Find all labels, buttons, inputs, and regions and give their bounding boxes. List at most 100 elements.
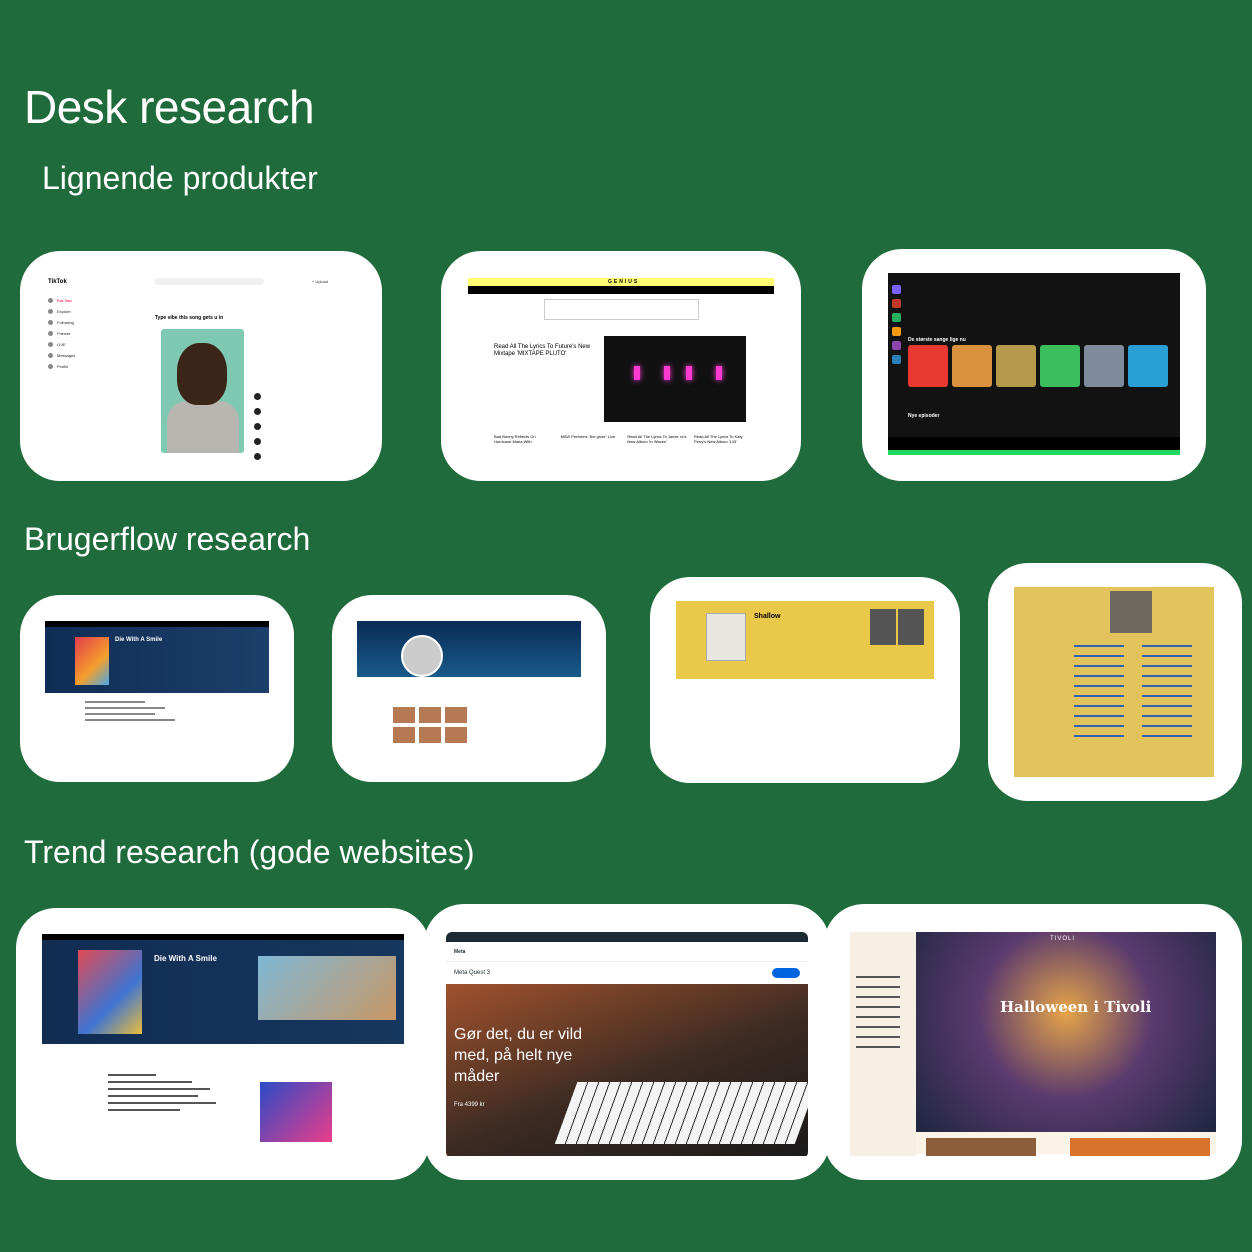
tiktok-nav-item[interactable]: Explore bbox=[48, 306, 108, 317]
track-link[interactable] bbox=[1142, 725, 1192, 727]
album-cover[interactable] bbox=[706, 613, 746, 661]
album-cover[interactable] bbox=[75, 637, 109, 685]
tiktok-video-caption: Type vibe this song gets u in bbox=[154, 315, 224, 321]
playlist-thumb[interactable] bbox=[892, 341, 901, 350]
playlist-thumb[interactable] bbox=[892, 299, 901, 308]
photo[interactable] bbox=[870, 609, 896, 645]
track-link[interactable] bbox=[1074, 655, 1124, 657]
album-cover[interactable] bbox=[78, 950, 142, 1034]
track-link[interactable] bbox=[1142, 715, 1192, 717]
article-link[interactable]: Bad Bunny Reflects On Hurricane Maria Wi… bbox=[494, 434, 554, 444]
menu-item[interactable] bbox=[856, 1026, 900, 1028]
track-link[interactable] bbox=[1074, 695, 1124, 697]
album-tile[interactable] bbox=[952, 345, 992, 387]
menu-item[interactable] bbox=[856, 1016, 900, 1018]
menu-item[interactable] bbox=[856, 1046, 900, 1048]
tivoli-card-image[interactable] bbox=[926, 1138, 1036, 1156]
tivoli-card-image[interactable] bbox=[1070, 1138, 1210, 1156]
tiktok-nav-item[interactable]: Friends bbox=[48, 328, 108, 339]
track-link[interactable] bbox=[1142, 705, 1192, 707]
photo[interactable] bbox=[419, 707, 441, 723]
advertisement-image[interactable] bbox=[260, 1082, 332, 1142]
track-link[interactable] bbox=[1142, 685, 1192, 687]
card-flow-shallow: Shallow bbox=[650, 577, 960, 783]
tiktok-nav-item[interactable]: Profile bbox=[48, 361, 108, 372]
album-tile[interactable] bbox=[996, 345, 1036, 387]
track-link[interactable] bbox=[1142, 675, 1192, 677]
photo[interactable] bbox=[393, 707, 415, 723]
track-link[interactable] bbox=[1074, 675, 1124, 677]
track-link[interactable] bbox=[1074, 725, 1124, 727]
song-title: Die With A Smile bbox=[154, 954, 217, 963]
song-title: Shallow bbox=[754, 613, 781, 620]
photo[interactable] bbox=[445, 727, 467, 743]
article-link[interactable]: Read All The Lyrics To Jamie xx's New Al… bbox=[627, 434, 687, 444]
playlist-thumb[interactable] bbox=[892, 327, 901, 336]
tiktok-nav-item[interactable]: Following bbox=[48, 317, 108, 328]
avatar[interactable] bbox=[254, 393, 261, 400]
track-link[interactable] bbox=[1142, 695, 1192, 697]
menu-item[interactable] bbox=[856, 1036, 900, 1038]
tivoli-logo[interactable]: TIVOLI bbox=[1050, 936, 1075, 942]
playlist-thumb[interactable] bbox=[892, 355, 901, 364]
playlist-thumb[interactable] bbox=[892, 285, 901, 294]
share-icon[interactable] bbox=[254, 453, 261, 460]
artist-avatar[interactable] bbox=[401, 635, 443, 677]
track-link[interactable] bbox=[1074, 735, 1124, 737]
tiktok-upload-button[interactable]: + Upload bbox=[312, 279, 328, 284]
genius-logo[interactable]: GENIUS bbox=[608, 279, 639, 285]
track-link[interactable] bbox=[1142, 655, 1192, 657]
spotify-signup-bar[interactable] bbox=[888, 450, 1180, 455]
trend-screenshot-2: Meta Meta Quest 3 Gør det, du er vild me… bbox=[446, 932, 808, 1158]
artist-hero bbox=[357, 621, 581, 677]
track-link[interactable] bbox=[1142, 645, 1192, 647]
section-heading-trend: Trend research (gode websites) bbox=[24, 834, 475, 870]
heart-icon[interactable] bbox=[254, 408, 261, 415]
article-link[interactable]: Read All The Lyrics To Katy Perry's New … bbox=[694, 434, 754, 444]
track-link[interactable] bbox=[1074, 645, 1124, 647]
tiktok-video[interactable] bbox=[161, 329, 244, 453]
menu-item[interactable] bbox=[856, 996, 900, 998]
bookmark-icon[interactable] bbox=[254, 438, 261, 445]
headline-artwork[interactable] bbox=[604, 336, 746, 422]
playlist-thumb[interactable] bbox=[892, 313, 901, 322]
tiktok-nav-item[interactable]: Messages bbox=[48, 350, 108, 361]
tiktok-nav-item[interactable]: For You bbox=[48, 295, 108, 306]
album-tile[interactable] bbox=[908, 345, 948, 387]
lyric-line bbox=[108, 1095, 198, 1097]
lyric-line bbox=[85, 713, 155, 715]
song-hero: Shallow bbox=[676, 601, 934, 679]
menu-item[interactable] bbox=[856, 1006, 900, 1008]
buy-button[interactable] bbox=[772, 968, 800, 978]
track-link[interactable] bbox=[1074, 665, 1124, 667]
spotify-library-sidebar bbox=[892, 285, 902, 455]
lyric-line bbox=[85, 707, 165, 709]
card-flow-genius-song: Die With A Smile bbox=[20, 595, 294, 782]
album-tile[interactable] bbox=[1128, 345, 1168, 387]
piano-keys bbox=[554, 1082, 808, 1144]
photo[interactable] bbox=[393, 727, 415, 743]
photo[interactable] bbox=[898, 609, 924, 645]
album-cover[interactable] bbox=[1110, 591, 1152, 633]
album-tile[interactable] bbox=[1040, 345, 1080, 387]
tracklist-left bbox=[1074, 645, 1124, 745]
track-link[interactable] bbox=[1074, 705, 1124, 707]
photo[interactable] bbox=[419, 727, 441, 743]
track-link[interactable] bbox=[1074, 685, 1124, 687]
track-link[interactable] bbox=[1142, 665, 1192, 667]
album-tile[interactable] bbox=[1084, 345, 1124, 387]
track-link[interactable] bbox=[1074, 715, 1124, 717]
article-link[interactable]: MAVI Performs "the giver" Live bbox=[561, 434, 621, 444]
meta-logo[interactable]: Meta bbox=[454, 949, 465, 955]
track-link[interactable] bbox=[1142, 735, 1192, 737]
card-flow-album bbox=[988, 563, 1242, 801]
advertisement-banner[interactable] bbox=[544, 299, 699, 320]
genius-headline[interactable]: Read All The Lyrics To Future's New Mixt… bbox=[494, 344, 594, 358]
advertisement-image[interactable] bbox=[258, 956, 396, 1020]
tiktok-nav-item[interactable]: LIVE bbox=[48, 339, 108, 350]
tiktok-search-input[interactable] bbox=[154, 278, 264, 285]
comment-icon[interactable] bbox=[254, 423, 261, 430]
photo[interactable] bbox=[445, 707, 467, 723]
menu-item[interactable] bbox=[856, 976, 900, 978]
menu-item[interactable] bbox=[856, 986, 900, 988]
